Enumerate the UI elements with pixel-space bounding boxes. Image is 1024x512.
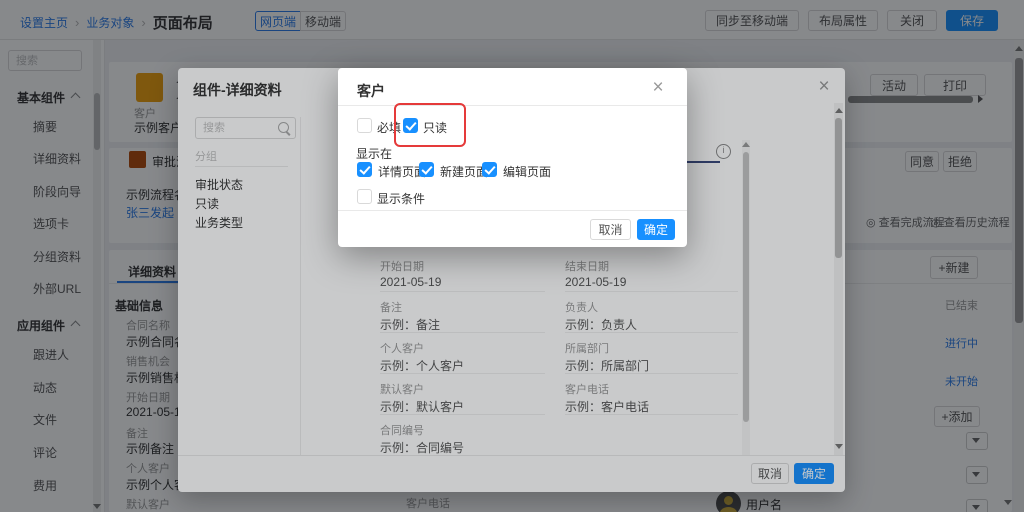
field-modal-confirm-button[interactable]: 确定 [637,219,675,240]
new-page-checkbox[interactable] [419,162,434,177]
modal-footer-divider [338,210,687,211]
required-checkbox[interactable] [357,118,372,133]
field-property-modal: 客户 必填 只读 显示在 详情页面 新建页面 编辑页面 显示条件 取消 确定 [338,68,687,247]
page-layout-editor: 设置主页 业务对象 页面布局 网页端 移动端 同步至移动端 布局属性 关闭 保存… [0,0,1024,512]
new-page-label[interactable]: 新建页面 [440,163,488,180]
display-condition-checkbox[interactable] [357,189,372,204]
field-modal-cancel-button[interactable]: 取消 [590,219,631,240]
close-icon[interactable] [650,80,666,96]
display-in-label: 显示在 [356,145,392,162]
display-condition-label[interactable]: 显示条件 [377,190,425,207]
highlight-annotation-box [394,103,466,147]
field-modal-title: 客户 [357,81,385,101]
detail-page-checkbox[interactable] [357,162,372,177]
edit-page-checkbox[interactable] [482,162,497,177]
modal-header-divider [338,105,687,106]
edit-page-label[interactable]: 编辑页面 [503,163,551,180]
